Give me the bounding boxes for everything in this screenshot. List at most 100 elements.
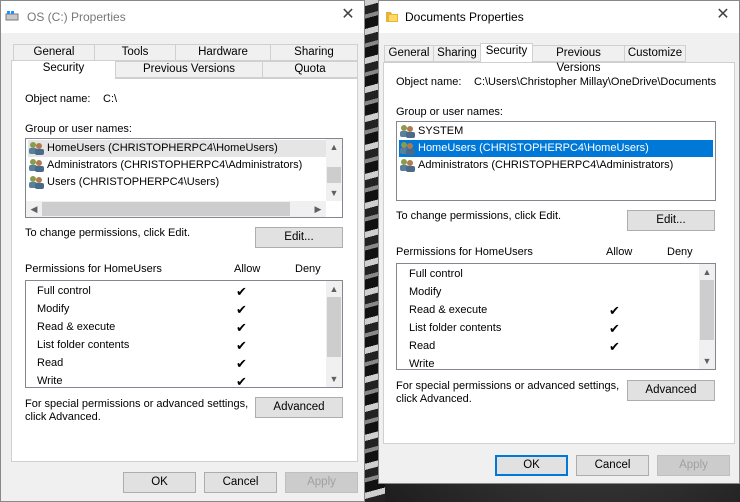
title-bar[interactable]: OS (C:) Properties ✕: [1, 1, 364, 33]
list-item[interactable]: Administrators (CHRISTOPHERPC4\Administr…: [28, 157, 326, 174]
tab-tools[interactable]: Tools: [94, 44, 176, 61]
permissions-list: Full control Modify Read & execute List …: [25, 280, 343, 388]
scroll-up-icon[interactable]: ▲: [326, 139, 342, 155]
permission-row: Modify: [37, 303, 70, 315]
permission-row: Read & execute: [37, 321, 116, 333]
scroll-thumb[interactable]: [42, 202, 290, 216]
special-permissions-text-1: For special permissions or advanced sett…: [396, 380, 620, 392]
permission-row: Read: [409, 340, 436, 352]
apply-button[interactable]: Apply: [285, 472, 358, 493]
tab-security[interactable]: Security: [11, 60, 116, 79]
window-title: OS (C:) Properties: [27, 10, 126, 24]
list-item[interactable]: Administrators (CHRISTOPHERPC4\Administr…: [399, 157, 713, 174]
scroll-down-icon[interactable]: ▼: [326, 371, 342, 387]
group-label: Group or user names:: [25, 123, 132, 135]
scroll-down-icon[interactable]: ▼: [699, 353, 715, 369]
scroll-down-icon[interactable]: ▼: [326, 185, 342, 201]
user-group-icon: [28, 175, 45, 190]
tab-sharing[interactable]: Sharing: [433, 45, 481, 62]
ok-button[interactable]: OK: [495, 455, 568, 476]
permission-row: List folder contents: [409, 322, 502, 334]
scroll-thumb[interactable]: [327, 297, 341, 357]
user-list[interactable]: SYSTEM HomeUsers (CHRISTOPHERPC4\HomeUse…: [396, 121, 716, 201]
user-group-icon: [28, 141, 45, 156]
change-permissions-text: To change permissions, click Edit.: [396, 210, 562, 222]
permissions-label: Permissions for HomeUsers: [396, 246, 533, 258]
close-icon[interactable]: ✕: [715, 7, 731, 23]
permission-row: Full control: [409, 268, 463, 280]
user-group-icon: [399, 158, 416, 173]
allow-header: Allow: [234, 263, 261, 275]
permission-row: Modify: [409, 286, 442, 298]
object-name-label: Object name:: [396, 76, 462, 88]
edit-button[interactable]: Edit...: [255, 227, 343, 248]
tab-previous-versions[interactable]: Previous Versions: [532, 45, 625, 74]
advanced-button[interactable]: Advanced: [255, 397, 343, 418]
list-item[interactable]: SYSTEM: [399, 123, 713, 140]
special-permissions-text-2: click Advanced.: [25, 411, 101, 423]
user-group-icon: [399, 124, 416, 139]
horizontal-scrollbar[interactable]: ◀ ▶: [26, 201, 326, 217]
permissions-label: Permissions for HomeUsers: [25, 263, 162, 275]
title-bar[interactable]: Documents Properties ✕: [379, 1, 739, 33]
tab-sharing[interactable]: Sharing: [270, 44, 358, 61]
permission-row: Read & execute: [409, 304, 488, 316]
list-item[interactable]: Users (CHRISTOPHERPC4\Users): [28, 174, 326, 191]
vertical-scrollbar[interactable]: ▲ ▼: [326, 281, 342, 387]
os-c-properties-window: OS (C:) Properties ✕ General Tools Hardw…: [0, 0, 365, 502]
allow-check-icon: ✔: [236, 320, 247, 335]
list-item[interactable]: HomeUsers (CHRISTOPHERPC4\HomeUsers): [28, 140, 326, 157]
scroll-right-icon[interactable]: ▶: [310, 201, 326, 217]
allow-check-icon: ✔: [236, 338, 247, 353]
scroll-thumb[interactable]: [327, 167, 341, 183]
object-name-value: C:\: [103, 93, 118, 105]
deny-header: Deny: [667, 246, 693, 258]
group-label: Group or user names:: [396, 106, 503, 118]
drive-icon: [5, 9, 19, 23]
tab-general[interactable]: General: [384, 45, 434, 62]
object-name-value: C:\Users\Christopher Millay\OneDrive\Doc…: [474, 76, 717, 88]
advanced-button[interactable]: Advanced: [627, 380, 715, 401]
tab-hardware[interactable]: Hardware: [175, 44, 271, 61]
folder-icon: [385, 9, 399, 23]
tab-general[interactable]: General: [13, 44, 95, 61]
list-item[interactable]: HomeUsers (CHRISTOPHERPC4\HomeUsers): [399, 140, 713, 157]
window-title: Documents Properties: [405, 10, 524, 24]
user-group-icon: [399, 141, 416, 156]
allow-check-icon: ✔: [236, 374, 247, 388]
scroll-up-icon[interactable]: ▲: [326, 281, 342, 297]
documents-properties-window: Documents Properties ✕ General Sharing P…: [378, 0, 740, 484]
permission-row: Write: [409, 358, 435, 370]
deny-header: Deny: [295, 263, 321, 275]
tab-previous-versions[interactable]: Previous Versions: [115, 61, 263, 78]
vertical-scrollbar[interactable]: ▲ ▼: [326, 139, 342, 201]
vertical-scrollbar[interactable]: ▲ ▼: [699, 264, 715, 369]
scroll-up-icon[interactable]: ▲: [699, 264, 715, 280]
change-permissions-text: To change permissions, click Edit.: [25, 227, 191, 239]
allow-check-icon: ✔: [609, 303, 620, 318]
special-permissions-text-2: click Advanced.: [396, 393, 472, 405]
user-group-icon: [28, 158, 45, 173]
apply-button[interactable]: Apply: [657, 455, 730, 476]
tab-customize[interactable]: Customize: [624, 45, 686, 62]
edit-button[interactable]: Edit...: [627, 210, 715, 231]
permission-row: Read: [37, 357, 64, 369]
tab-quota[interactable]: Quota: [262, 61, 358, 78]
permissions-list: Full control Modify Read & execute List …: [396, 263, 716, 370]
cancel-button[interactable]: Cancel: [576, 455, 649, 476]
allow-check-icon: ✔: [609, 321, 620, 336]
allow-header: Allow: [606, 246, 633, 258]
permission-row: List folder contents: [37, 339, 130, 351]
scroll-left-icon[interactable]: ◀: [26, 201, 42, 217]
tab-security[interactable]: Security: [480, 43, 533, 62]
object-name-label: Object name:: [25, 93, 91, 105]
user-list[interactable]: HomeUsers (CHRISTOPHERPC4\HomeUsers) Adm…: [25, 138, 343, 218]
allow-check-icon: ✔: [236, 356, 247, 371]
ok-button[interactable]: OK: [123, 472, 196, 493]
scroll-thumb[interactable]: [700, 280, 714, 340]
permission-row: Write: [37, 375, 63, 387]
allow-check-icon: ✔: [236, 302, 247, 317]
close-icon[interactable]: ✕: [340, 7, 356, 23]
cancel-button[interactable]: Cancel: [204, 472, 277, 493]
special-permissions-text-1: For special permissions or advanced sett…: [25, 398, 249, 410]
